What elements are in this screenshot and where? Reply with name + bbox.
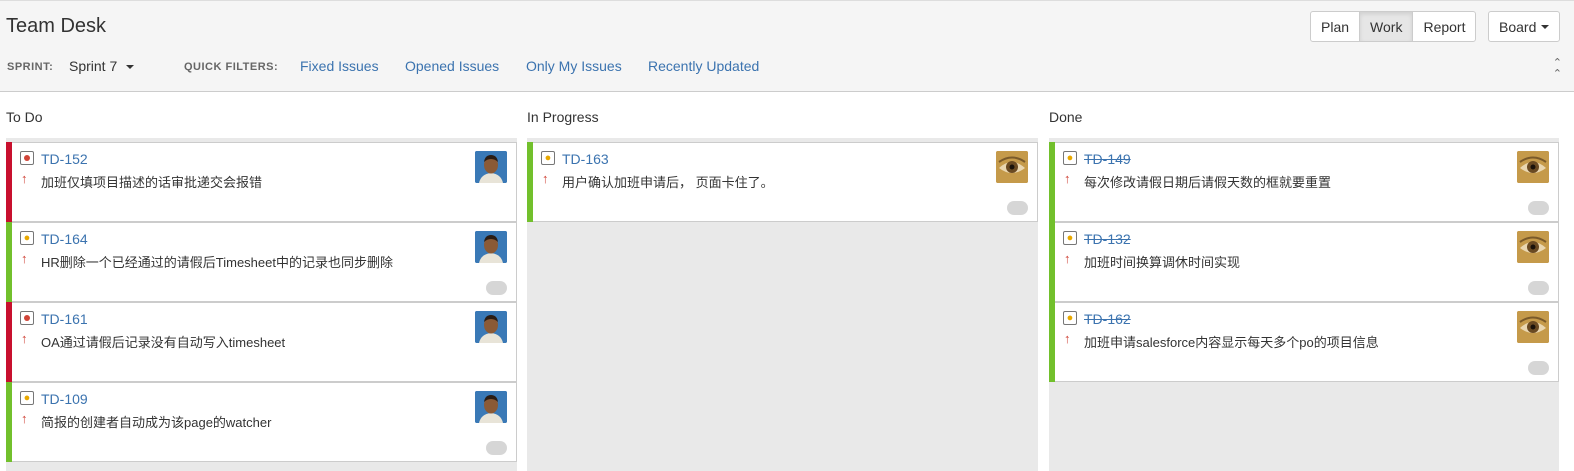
issue-status-bar xyxy=(527,142,533,222)
man-avatar xyxy=(475,151,507,183)
lightbulb-icon: ● xyxy=(20,391,34,405)
eye-avatar xyxy=(1517,151,1549,183)
issue-status-bar xyxy=(6,222,12,302)
quick-filter-fixed-issues[interactable]: Fixed Issues xyxy=(300,58,379,74)
sprint-label: SPRINT: xyxy=(7,61,54,73)
card-toggle[interactable] xyxy=(1528,361,1549,375)
quick-filter-recently-updated[interactable]: Recently Updated xyxy=(648,58,759,74)
quick-filters-label: QUICK FILTERS: xyxy=(184,61,279,73)
issue-key[interactable]: TD-132 xyxy=(1084,231,1131,247)
priority-up-icon: ↑ xyxy=(1064,331,1071,346)
board-title: Team Desk xyxy=(6,15,107,37)
issue-key[interactable]: TD-163 xyxy=(562,151,609,167)
eye-avatar xyxy=(1517,311,1549,343)
lightbulb-icon: ● xyxy=(20,231,34,245)
plan-mode-button[interactable]: Plan xyxy=(1310,11,1361,42)
issue-card[interactable]: ● TD-162 ↑ 加班申请salesforce内容显示每天多个po的项目信息 xyxy=(1049,302,1559,382)
issue-card[interactable]: ● TD-149 ↑ 每次修改请假日期后请假天数的框就要重置 xyxy=(1049,142,1559,222)
bug-icon xyxy=(20,311,34,325)
lightbulb-icon: ● xyxy=(1063,231,1077,245)
column-body: TD-152 ↑ 加班仅填项目描述的话审批递交会报错 ● TD-164 ↑ HR… xyxy=(6,138,517,471)
issue-summary: HR删除一个已经通过的请假后Timesheet中的记录也同步删除 xyxy=(41,255,393,270)
man-avatar xyxy=(475,311,507,343)
column-to-do: To Do TD-152 ↑ 加班仅填项目描述的话审批递交会报错 ● TD-16… xyxy=(6,92,517,471)
issue-key[interactable]: TD-152 xyxy=(41,151,88,167)
card-toggle[interactable] xyxy=(1528,281,1549,295)
issue-key[interactable]: TD-162 xyxy=(1084,311,1131,327)
issue-status-bar xyxy=(1049,302,1055,382)
column-done: Done ● TD-149 ↑ 每次修改请假日期后请假天数的框就要重置 ● TD… xyxy=(1049,92,1559,471)
issue-key[interactable]: TD-149 xyxy=(1084,151,1131,167)
priority-up-icon: ↑ xyxy=(21,171,28,186)
bug-icon xyxy=(20,151,34,165)
card-toggle[interactable] xyxy=(1007,201,1028,215)
priority-up-icon: ↑ xyxy=(1064,251,1071,266)
board-menu-label: Board xyxy=(1499,18,1537,35)
priority-up-icon: ↑ xyxy=(21,411,28,426)
lightbulb-icon: ● xyxy=(1063,151,1077,165)
issue-status-bar xyxy=(6,302,12,382)
sprint-selector[interactable]: Sprint 7 xyxy=(69,58,135,74)
man-avatar xyxy=(475,391,507,423)
quick-filter-only-my-issues[interactable]: Only My Issues xyxy=(526,58,622,74)
issue-card[interactable]: TD-161 ↑ OA通过请假后记录没有自动写入timesheet xyxy=(6,302,517,382)
issue-summary: 每次修改请假日期后请假天数的框就要重置 xyxy=(1084,175,1332,190)
column-body: ● TD-149 ↑ 每次修改请假日期后请假天数的框就要重置 ● TD-132 … xyxy=(1049,138,1559,471)
column-in-progress: In Progress ● TD-163 ↑ 用户确认加班申请后， 页面卡住了。 xyxy=(527,92,1038,471)
priority-up-icon: ↑ xyxy=(1064,171,1071,186)
column-title: In Progress xyxy=(527,109,599,125)
mode-switcher: Plan Work Report xyxy=(1310,11,1477,42)
chevron-down-icon xyxy=(1541,24,1550,29)
issue-card[interactable]: TD-152 ↑ 加班仅填项目描述的话审批递交会报错 xyxy=(6,142,517,222)
report-mode-button[interactable]: Report xyxy=(1412,11,1477,42)
issue-status-bar xyxy=(1049,142,1055,222)
card-toggle[interactable] xyxy=(1528,201,1549,215)
issue-card[interactable]: ● TD-164 ↑ HR删除一个已经通过的请假后Timesheet中的记录也同… xyxy=(6,222,517,302)
priority-up-icon: ↑ xyxy=(21,331,28,346)
priority-up-icon: ↑ xyxy=(542,171,549,186)
man-avatar xyxy=(475,231,507,263)
card-toggle[interactable] xyxy=(486,441,507,455)
sprint-value: Sprint 7 xyxy=(69,58,118,74)
filter-bar: SPRINT: Sprint 7 QUICK FILTERS: Fixed Is… xyxy=(0,58,1574,80)
lightbulb-icon: ● xyxy=(1063,311,1077,325)
issue-summary: 用户确认加班申请后， 页面卡住了。 xyxy=(562,175,774,190)
eye-avatar xyxy=(996,151,1028,183)
lightbulb-icon: ● xyxy=(541,151,555,165)
issue-key[interactable]: TD-109 xyxy=(41,391,88,407)
board-menu-button[interactable]: Board xyxy=(1488,11,1561,42)
issue-summary: 简报的创建者自动成为该page的watcher xyxy=(41,415,272,430)
issue-summary: 加班仅填项目描述的话审批递交会报错 xyxy=(41,175,263,190)
issue-summary: 加班申请salesforce内容显示每天多个po的项目信息 xyxy=(1084,335,1379,350)
chevron-down-icon xyxy=(126,65,135,70)
collapse-header-icon[interactable]: ⌃ ⌃ xyxy=(1553,58,1562,80)
column-title: To Do xyxy=(6,109,43,125)
quick-filter-opened-issues[interactable]: Opened Issues xyxy=(405,58,499,74)
issue-status-bar xyxy=(6,142,12,222)
issue-key[interactable]: TD-164 xyxy=(41,231,88,247)
column-body: ● TD-163 ↑ 用户确认加班申请后， 页面卡住了。 xyxy=(527,138,1038,471)
issue-card[interactable]: ● TD-132 ↑ 加班时间换算调休时间实现 xyxy=(1049,222,1559,302)
issue-card[interactable]: ● TD-109 ↑ 简报的创建者自动成为该page的watcher xyxy=(6,382,517,462)
issue-card[interactable]: ● TD-163 ↑ 用户确认加班申请后， 页面卡住了。 xyxy=(527,142,1038,222)
issue-summary: OA通过请假后记录没有自动写入timesheet xyxy=(41,335,286,350)
priority-up-icon: ↑ xyxy=(21,251,28,266)
eye-avatar xyxy=(1517,231,1549,263)
issue-status-bar xyxy=(1049,222,1055,302)
issue-status-bar xyxy=(6,382,12,462)
card-toggle[interactable] xyxy=(486,281,507,295)
column-title: Done xyxy=(1049,109,1083,125)
issue-summary: 加班时间换算调休时间实现 xyxy=(1084,255,1241,270)
work-mode-button[interactable]: Work xyxy=(1359,11,1414,42)
issue-key[interactable]: TD-161 xyxy=(41,311,88,327)
board-header: Team Desk Plan Work Report Board SPRINT:… xyxy=(0,0,1574,92)
